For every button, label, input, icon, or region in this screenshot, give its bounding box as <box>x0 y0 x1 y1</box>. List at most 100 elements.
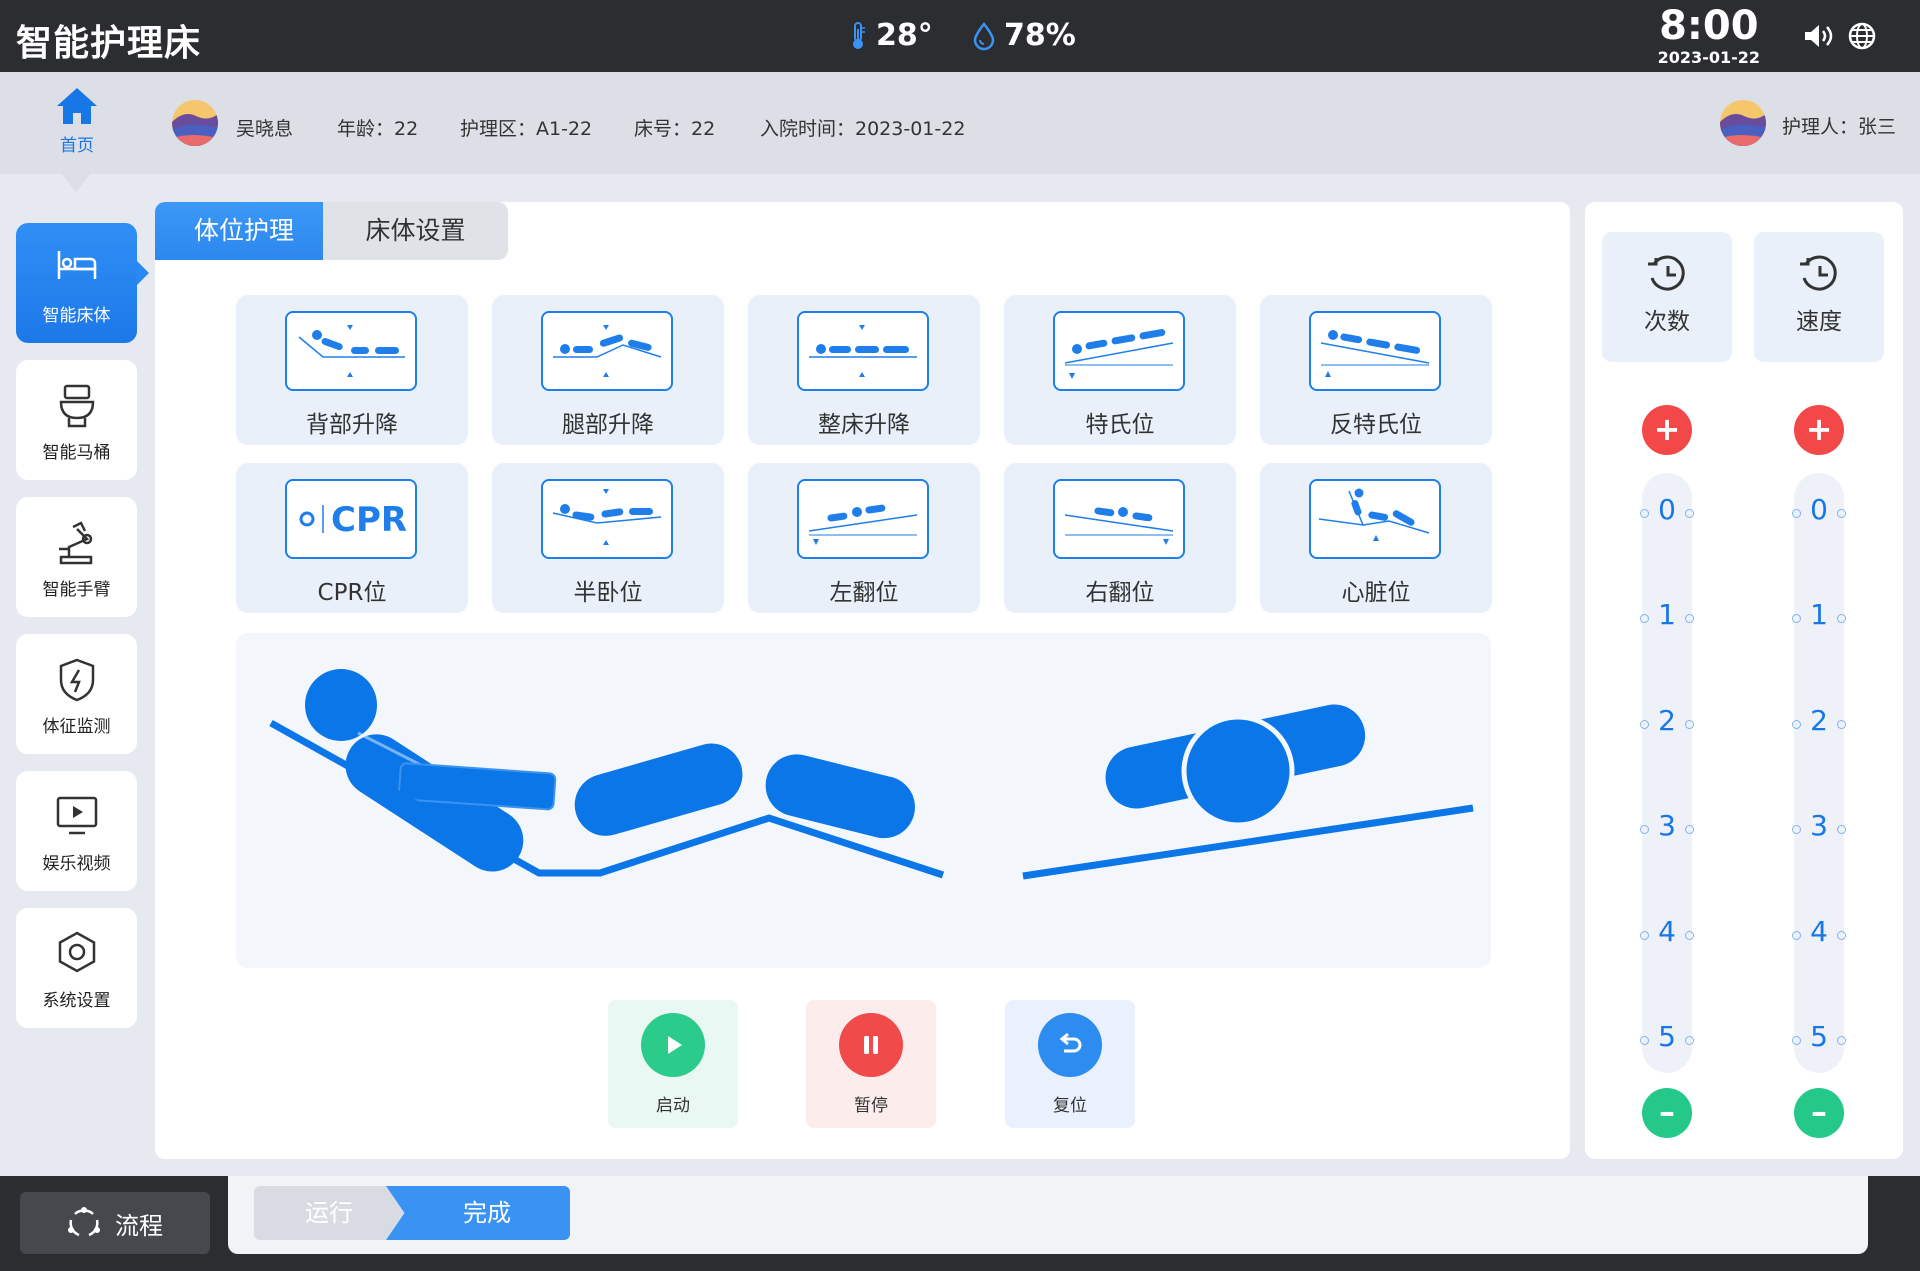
scale-value[interactable]: 0 <box>1640 493 1694 526</box>
scale-value[interactable]: 5 <box>1640 1020 1694 1053</box>
count-param-card[interactable]: 次数 <box>1602 232 1732 362</box>
flow-label: 流程 <box>115 1211 163 1240</box>
sidebar-item-vital-signs[interactable]: 体征监测 <box>16 634 137 754</box>
history-clock-icon <box>1648 255 1685 291</box>
scale-value[interactable]: 2 <box>1792 704 1846 737</box>
scale-value[interactable]: 3 <box>1792 809 1846 842</box>
toilet-icon <box>59 384 94 428</box>
scale-value[interactable]: 3 <box>1640 809 1694 842</box>
cpr-icon-text: CPR <box>331 500 407 540</box>
robot-arm-icon <box>58 521 92 565</box>
position-semi-fowler[interactable]: 半卧位 <box>492 463 724 613</box>
clock-time: 8:00 <box>1659 3 1759 49</box>
position-label: 左翻位 <box>829 580 899 606</box>
sidebar-item-smart-toilet[interactable]: 智能马桶 <box>16 360 137 480</box>
undo-icon <box>1059 1032 1082 1053</box>
globe-icon[interactable] <box>1848 22 1876 50</box>
pause-icon <box>864 1036 878 1054</box>
scale-value[interactable]: 4 <box>1640 915 1694 948</box>
plus-icon: + <box>1805 410 1833 448</box>
speed-param-card[interactable]: 速度 <box>1754 232 1884 362</box>
scale-value[interactable]: 1 <box>1792 598 1846 631</box>
plus-icon: + <box>1653 410 1681 448</box>
scale-value[interactable]: 2 <box>1640 704 1694 737</box>
position-label: 整床升降 <box>818 412 910 438</box>
left-turn-icon <box>808 504 918 545</box>
app-title: 智能护理床 <box>16 23 202 64</box>
history-clock-icon <box>1800 255 1837 291</box>
speed-decrease-button[interactable]: – <box>1794 1088 1844 1138</box>
position-left-turn[interactable]: 左翻位 <box>748 463 980 613</box>
caregiver-avatar <box>1720 100 1766 146</box>
caregiver-name: 护理人：张三 <box>1782 116 1897 138</box>
step-running[interactable]: 运行 <box>254 1186 404 1240</box>
sidebar-item-settings[interactable]: 系统设置 <box>16 908 137 1028</box>
reset-button[interactable]: 复位 <box>1005 1000 1135 1128</box>
scale-value[interactable]: 4 <box>1792 915 1846 948</box>
cpr-icon: CPR <box>299 500 407 540</box>
process-progress: 运行 完成 <box>228 1176 1868 1254</box>
bed-number: 床号：22 <box>634 118 716 140</box>
whole-bed-lift-icon <box>809 325 917 377</box>
volume-icon[interactable] <box>1802 22 1834 50</box>
position-label: 右翻位 <box>1085 580 1155 606</box>
home-icon <box>57 88 97 124</box>
minus-icon: – <box>1659 1093 1675 1131</box>
home-label: 首页 <box>60 136 94 156</box>
speed-label: 速度 <box>1796 309 1842 335</box>
start-button[interactable]: 启动 <box>608 1000 738 1128</box>
clock: 8:00 2023-01-22 <box>1658 4 1760 67</box>
patient-avatar <box>172 100 218 146</box>
semi-fowler-icon <box>552 489 662 545</box>
position-leg-lift[interactable]: 腿部升降 <box>492 295 724 445</box>
sidebar-item-video[interactable]: 娱乐视频 <box>16 771 137 891</box>
tab-position-care[interactable]: 体位护理 <box>155 202 333 260</box>
water-drop-icon <box>973 21 995 50</box>
step-complete[interactable]: 完成 <box>386 1186 570 1240</box>
flow-button[interactable]: 流程 <box>20 1192 210 1254</box>
position-right-turn[interactable]: 右翻位 <box>1004 463 1236 613</box>
home-pointer <box>62 174 90 192</box>
sidebar-item-smart-bed[interactable]: 智能床体 <box>16 223 149 343</box>
leg-lift-icon <box>553 325 662 377</box>
patient-age: 年龄：22 <box>337 118 419 140</box>
temperature-display: 28° <box>848 18 933 53</box>
patient-info-bar: 首页 吴晓息 年龄：22 护理区：A1-22 床号：22 入院时间：2023-0… <box>0 72 1920 174</box>
scale-value[interactable]: 0 <box>1792 493 1846 526</box>
sidebar-label: 智能马桶 <box>42 443 111 463</box>
sidebar-label: 系统设置 <box>42 991 111 1011</box>
start-label: 启动 <box>656 1096 690 1116</box>
reset-label: 复位 <box>1053 1096 1087 1116</box>
count-increase-button[interactable]: + <box>1642 405 1692 455</box>
temperature-value: 28° <box>876 18 933 53</box>
minus-icon: – <box>1811 1093 1827 1131</box>
scale-value[interactable]: 1 <box>1640 598 1694 631</box>
count-scale-slider[interactable]: 0 1 2 3 4 5 <box>1640 473 1694 1073</box>
top-bar: 智能护理床 28° 78% 8:00 2023-01-22 <box>0 0 1920 72</box>
pause-label: 暂停 <box>854 1096 888 1116</box>
home-button[interactable]: 首页 <box>52 86 102 156</box>
position-reverse-trendelenburg[interactable]: 反特氏位 <box>1260 295 1492 445</box>
count-label: 次数 <box>1644 309 1690 335</box>
position-whole-bed-lift[interactable]: 整床升降 <box>748 295 980 445</box>
position-cardiac[interactable]: 心脏位 <box>1260 463 1492 613</box>
position-trendelenburg[interactable]: 特氏位 <box>1004 295 1236 445</box>
speed-increase-button[interactable]: + <box>1794 405 1844 455</box>
count-decrease-button[interactable]: – <box>1642 1088 1692 1138</box>
back-lift-icon <box>298 325 405 377</box>
position-back-lift[interactable]: 背部升降 <box>236 295 468 445</box>
speed-scale-slider[interactable]: 0 1 2 3 4 5 <box>1792 473 1846 1073</box>
position-label: 腿部升降 <box>562 412 654 438</box>
tab-bed-settings[interactable]: 床体设置 <box>323 202 508 260</box>
sidebar-item-smart-arm[interactable]: 智能手臂 <box>16 497 137 617</box>
scale-value[interactable]: 5 <box>1792 1020 1846 1053</box>
admission-date: 入院时间：2023-01-22 <box>760 118 966 140</box>
position-label: 心脏位 <box>1341 580 1411 606</box>
patient-name: 吴晓息 <box>236 118 294 140</box>
humidity-value: 78% <box>1004 18 1076 53</box>
position-label: 特氏位 <box>1085 412 1155 438</box>
video-icon <box>56 796 97 835</box>
pause-button[interactable]: 暂停 <box>806 1000 936 1128</box>
position-cpr[interactable]: CPR CPR位 <box>236 463 468 613</box>
position-label: 反特氏位 <box>1330 412 1422 438</box>
